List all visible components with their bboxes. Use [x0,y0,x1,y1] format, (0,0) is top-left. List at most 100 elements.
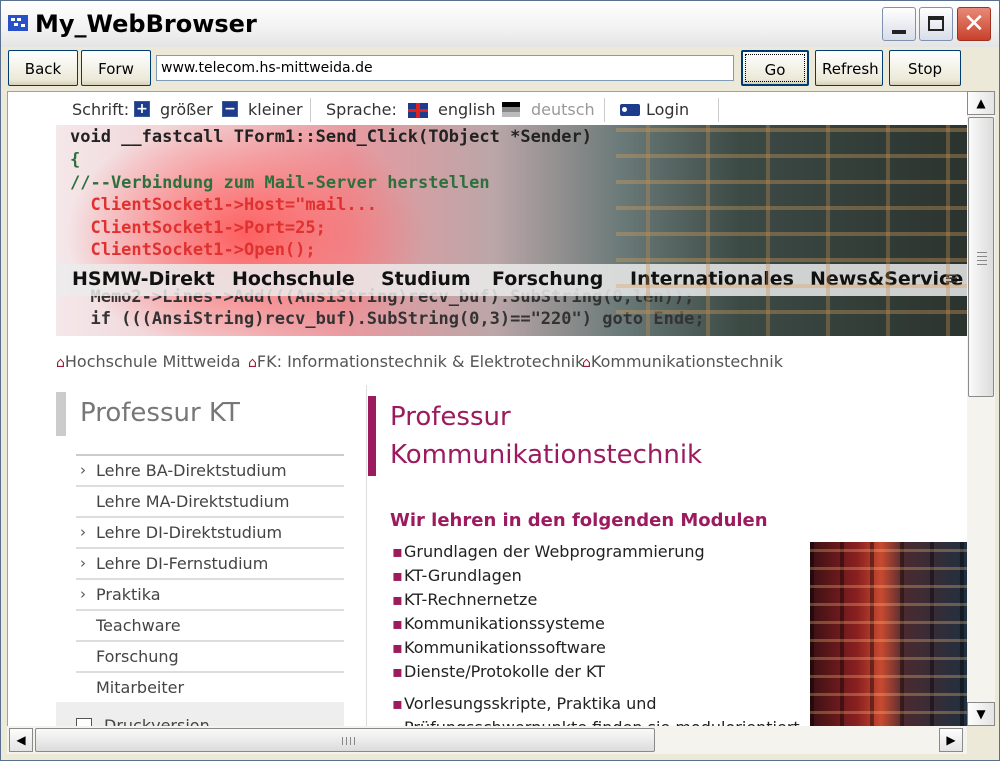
scroll-up-button[interactable]: ▲ [967,91,995,115]
close-button[interactable]: ✕ [957,7,991,41]
chevron-right-icon: › [80,523,86,541]
module-label: KT-Grundlagen [404,566,522,585]
chevron-right-icon: › [80,554,86,572]
scroll-right-button[interactable]: ▶ [939,728,963,752]
sidebar-item-label: Lehre DI-Direktstudium [96,523,283,542]
breadcrumb-label: Hochschule Mittweida [64,352,241,371]
go-button[interactable]: Go [741,50,809,86]
sidebar: Professur KT › Lehre BA-Direktstudium Leh… [56,392,344,726]
refresh-button[interactable]: Refresh [815,50,883,86]
window-title: My_WebBrowser [35,10,257,38]
modules-heading: Wir lehren in den folgenden Modulen [390,510,768,531]
maximize-icon [928,16,944,31]
sidebar-item-lehre-ba[interactable]: › Lehre BA-Direktstudium [76,456,344,487]
sidebar-item-forschung[interactable]: Forschung [76,642,344,673]
title-bar[interactable]: My_WebBrowser ✕ [1,1,999,47]
page-title-line-2: Kommunikationstechnik [390,440,703,470]
horizontal-scroll-thumb[interactable] [35,728,655,752]
banner-code-line: if (((AnsiString)recv_buf).SubString(0,3… [70,309,705,329]
close-icon: ✕ [963,9,985,39]
breadcrumb: ⌂Hochschule Mittweida ⌂FK: Informationst… [56,352,967,374]
menu-icon[interactable]: ≡ [944,268,959,289]
forward-button[interactable]: Forw [81,50,151,86]
scrollbar-corner [967,726,995,754]
nav-news-service[interactable]: News&Service [810,268,963,290]
page-title-line-1: Professur [390,402,511,432]
sidebar-item-label: Mitarbeiter [96,678,185,697]
stop-button[interactable]: Stop [889,50,961,86]
lab-photo [810,542,967,726]
horizontal-scrollbar[interactable]: ◀ ▶ [7,726,967,754]
module-label: Kommunikationssoftware [404,638,606,657]
login-link[interactable]: Login [646,100,689,119]
minimize-button[interactable] [882,7,916,41]
grip-line [350,737,351,745]
sidebar-item-praktika[interactable]: › Praktika [76,580,344,611]
sidebar-item-lehre-di-fern[interactable]: › Lehre DI-Fernstudium [76,549,344,580]
header-banner: void __fastcall TForm1::Send_Click(TObje… [56,125,967,336]
chevron-right-icon: › [80,585,86,603]
materials-text: Vorlesungsskripte, Praktika und [404,694,657,713]
banner-code-line: { [70,150,81,170]
english-link[interactable]: english [438,100,496,119]
grip-line [354,737,355,745]
nav-hsmw-direkt[interactable]: HSMW-Direkt [72,268,215,290]
module-label: Kommunikationssysteme [404,614,605,633]
sidebar-item-teachware[interactable]: Teachware [76,611,344,642]
sidebar-item-mitarbeiter[interactable]: Mitarbeiter [76,673,344,704]
bullet-icon: ▪ [392,542,403,561]
plus-icon[interactable]: + [134,101,150,117]
breadcrumb-item[interactable]: ⌂FK: Informationstechnik & Elektrotechni… [248,352,584,371]
module-label: Grundlagen der Webprogrammierung [404,542,705,561]
breadcrumb-label: FK: Informationstechnik & Elektrotechnik [256,352,585,371]
print-version-link[interactable]: Druckversion [104,716,210,726]
page-title: Professur Kommunikationstechnik [390,398,702,474]
bullet-icon: ▪ [392,590,403,609]
nav-studium[interactable]: Studium [381,268,471,290]
font-size-label: Schrift: [72,100,130,119]
banner-code-line: ClientSocket1->Open(); [70,240,316,260]
breadcrumb-item[interactable]: ⌂Kommunikationstechnik [582,352,783,371]
uk-flag-icon[interactable] [408,103,428,118]
maximize-button[interactable] [919,7,953,41]
sidebar-menu: › Lehre BA-Direktstudium Lehre MA-Direkts… [76,454,344,704]
browser-window: My_WebBrowser ✕ Back Forw Go Refresh Sto… [0,0,1000,761]
banner-code-line: //--Verbindung zum Mail-Server herstelle… [70,173,490,193]
nav-forschung[interactable]: Forschung [492,268,603,290]
banner-code-line: ClientSocket1->Port=25; [70,218,326,238]
bullet-icon: ▪ [392,694,403,713]
sidebar-item-label: Lehre MA-Direktstudium [96,492,290,511]
minus-icon[interactable]: − [222,101,238,117]
breadcrumb-item[interactable]: ⌂Hochschule Mittweida [56,352,241,371]
breadcrumb-label: Kommunikationstechnik [590,352,783,371]
web-viewport[interactable]: Schrift: + größer − kleiner Sprache: eng… [7,91,967,726]
font-bigger-link[interactable]: größer [160,100,213,119]
german-flag-icon[interactable] [502,102,520,117]
vertical-scrollbar[interactable]: ▲ ▼ [967,91,995,726]
sidebar-item-label: Forschung [96,647,179,666]
vertical-scroll-thumb[interactable] [968,117,994,397]
back-button[interactable]: Back [8,50,78,86]
german-link[interactable]: deutsch [531,100,595,119]
address-input[interactable] [156,55,734,81]
sidebar-item-label: Lehre BA-Direktstudium [96,461,287,480]
navigation-toolbar: Back Forw Go Refresh Stop [1,48,999,90]
sidebar-item-label: Lehre DI-Fernstudium [96,554,269,573]
main-content: Professur Kommunikationstechnik Wir lehre… [366,392,967,726]
scroll-down-button[interactable]: ▼ [967,702,995,726]
home-icon: ⌂ [582,355,591,371]
sidebar-item-lehre-di-direkt[interactable]: › Lehre DI-Direktstudium [76,518,344,549]
sidebar-item-lehre-ma[interactable]: Lehre MA-Direktstudium [76,487,344,518]
nav-internationales[interactable]: Internationales [630,268,794,290]
print-version-box[interactable]: Druckversion [56,702,344,726]
key-icon[interactable] [620,104,640,116]
grip-line [342,737,343,745]
sidebar-item-label: Teachware [96,616,181,635]
grip-line [977,256,987,257]
font-smaller-link[interactable]: kleiner [248,100,303,119]
minimize-icon [892,30,906,34]
nav-hochschule[interactable]: Hochschule [232,268,355,290]
bullet-icon: ▪ [392,614,403,633]
sidebar-title-marker [56,392,66,436]
scroll-left-button[interactable]: ◀ [9,728,33,752]
